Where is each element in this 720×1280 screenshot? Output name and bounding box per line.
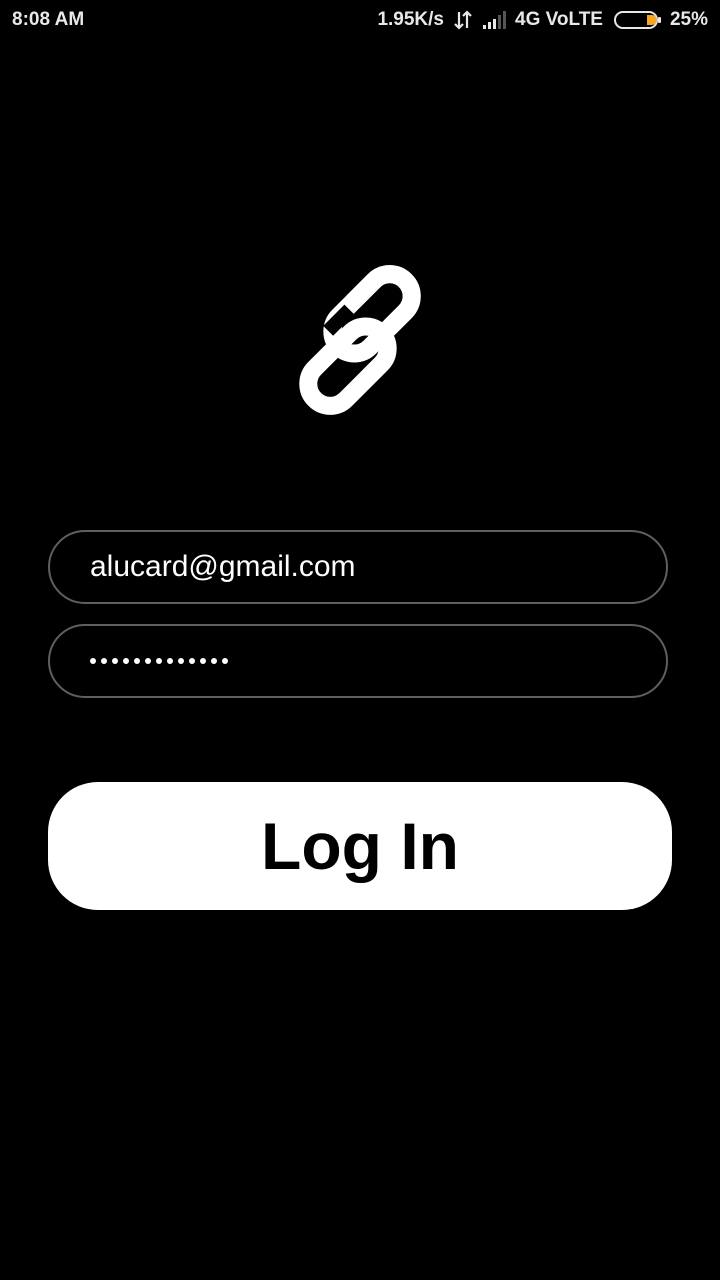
password-dot [145,658,151,664]
password-dot [200,658,206,664]
battery-percent: 25% [669,9,708,30]
password-dot [112,658,118,664]
password-dot [134,658,140,664]
password-dot [211,658,217,664]
password-dot [101,658,107,664]
password-dot [189,658,195,664]
signal-strength-icon [483,11,506,29]
password-dot [123,658,129,664]
password-dot [90,658,96,664]
battery-icon [613,11,661,29]
chain-link-icon [299,265,421,415]
password-dot [167,658,173,664]
password-dot [222,658,228,664]
login-screen: 8:08 AM 1.95K/s 4G VoLTE 25% alucard@gma… [0,0,720,1280]
email-value: alucard@gmail.com [90,550,356,583]
email-input[interactable]: alucard@gmail.com [48,530,668,604]
password-mask [90,658,228,664]
status-time: 8:08 AM [12,9,85,30]
password-dot [178,658,184,664]
status-bar: 8:08 AM 1.95K/s 4G VoLTE 25% [0,0,720,40]
login-button-label: Log In [261,809,459,883]
password-input[interactable] [48,624,668,698]
network-type: 4G VoLTE [515,9,603,30]
data-transfer-icon [454,10,472,30]
login-button[interactable]: Log In [48,782,672,910]
network-speed: 1.95K/s [377,9,444,30]
status-indicators: 1.95K/s 4G VoLTE 25% [377,9,708,31]
password-dot [156,658,162,664]
